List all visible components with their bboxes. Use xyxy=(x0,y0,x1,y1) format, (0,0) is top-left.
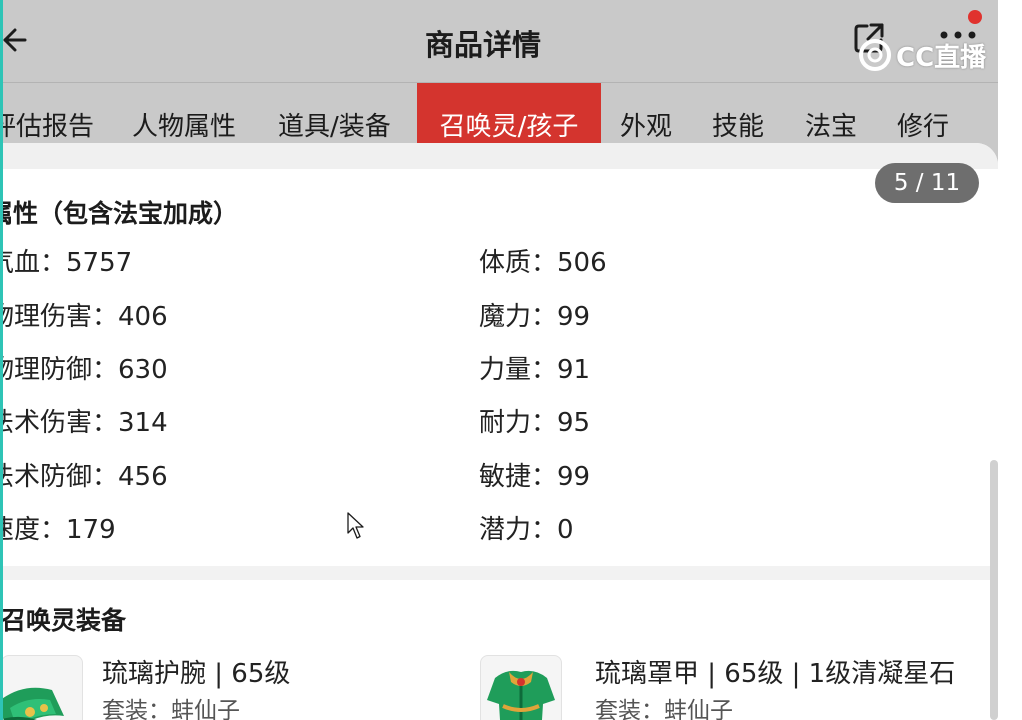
armor-icon xyxy=(487,670,555,720)
scrollbar[interactable] xyxy=(990,460,998,720)
attr-hp: 气血：5757 xyxy=(3,248,133,278)
equipment-set: 套装：蚌仙子 xyxy=(595,698,733,720)
attributes-section-title: 属性（包含法宝加成） xyxy=(3,199,239,228)
attr-constitution: 体质：506 xyxy=(479,248,607,278)
sheet-top-strip xyxy=(3,143,998,169)
image-pager-badge: 5 / 11 xyxy=(875,163,979,203)
attr-magic-power: 魔力：99 xyxy=(479,302,591,332)
cc-logo-icon xyxy=(859,39,891,71)
equipment-section-title: 召唤灵装备 xyxy=(3,606,127,635)
tab-cultivation[interactable]: 修行 xyxy=(897,83,957,143)
more-menu-icon[interactable] xyxy=(938,28,978,42)
tab-summon-children[interactable]: 召唤灵/孩子 xyxy=(417,83,601,143)
attr-potential: 潜力：0 xyxy=(479,515,574,545)
tab-appearance[interactable]: 外观 xyxy=(620,83,680,143)
section-divider xyxy=(3,566,998,580)
app-window: 商品详情 CC直播 评估报告 人物属性 道具/装备 召唤灵/孩子 外观 技能 法… xyxy=(3,0,998,720)
attr-strength: 力量：91 xyxy=(479,355,591,385)
equipment-thumbnail[interactable] xyxy=(480,655,562,720)
attr-speed: 速度：179 xyxy=(3,515,116,545)
right-edge-strip xyxy=(998,0,1022,720)
tab-skills[interactable]: 技能 xyxy=(712,83,772,143)
stream-watermark: CC直播 xyxy=(858,38,987,73)
equipment-name[interactable]: 琉璃护腕 | 65级 xyxy=(102,653,290,690)
attr-physical-damage: 物理伤害：406 xyxy=(3,302,168,332)
tab-treasure[interactable]: 法宝 xyxy=(805,83,865,143)
page-title: 商品详情 xyxy=(424,28,541,62)
equipment-name[interactable]: 琉璃罩甲 | 65级 | 1级清凝星石 xyxy=(595,653,955,690)
attr-physical-defense: 物理防御：630 xyxy=(3,355,168,385)
attr-endurance: 耐力：95 xyxy=(479,408,591,438)
notification-dot xyxy=(968,10,982,24)
attr-magic-damage: 法术伤害：314 xyxy=(3,408,168,438)
top-nav-bar: 商品详情 CC直播 xyxy=(3,0,998,83)
tab-items-equipment[interactable]: 道具/装备 xyxy=(278,83,402,143)
tab-bar: 评估报告 人物属性 道具/装备 召唤灵/孩子 外观 技能 法宝 修行 xyxy=(3,83,998,143)
attr-magic-defense: 法术防御：456 xyxy=(3,462,168,492)
equipment-thumbnail[interactable] xyxy=(3,655,83,720)
mouse-cursor-icon xyxy=(347,512,364,539)
equipment-set: 套装：蚌仙子 xyxy=(102,698,240,720)
tab-evaluation-report[interactable]: 评估报告 xyxy=(3,83,102,143)
watermark-text: CC直播 xyxy=(896,42,987,73)
attr-agility: 敏捷：99 xyxy=(479,462,591,492)
tab-character-attributes[interactable]: 人物属性 xyxy=(132,83,244,143)
bracer-icon xyxy=(3,687,64,720)
